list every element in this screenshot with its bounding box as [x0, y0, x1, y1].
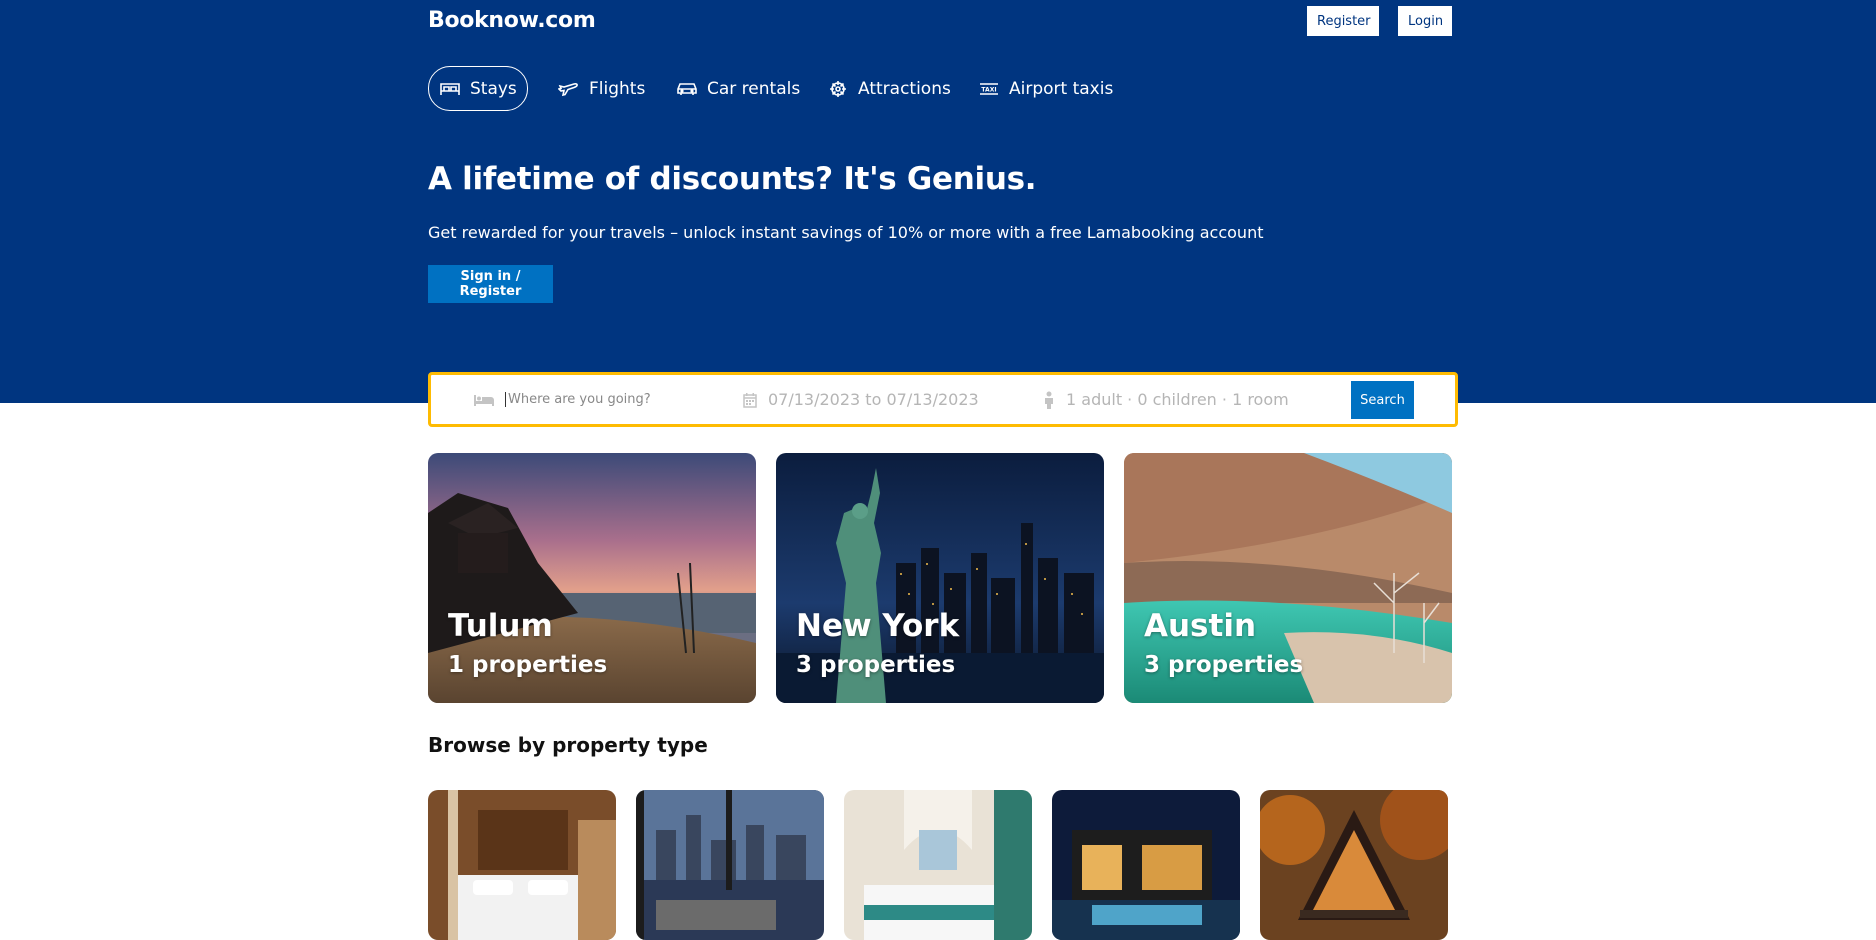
- taxi-icon: TAXI: [978, 80, 1000, 98]
- hero-title: A lifetime of discounts? It's Genius.: [428, 161, 1037, 197]
- plane-icon: [558, 80, 580, 98]
- attraction-icon: [827, 80, 849, 98]
- car-icon: [676, 80, 698, 98]
- property-type-title: Browse by property type: [428, 733, 708, 757]
- bed-icon: [439, 80, 461, 98]
- featured-city: New York: [796, 608, 960, 644]
- register-button[interactable]: Register: [1307, 6, 1379, 36]
- sign-in-register-button[interactable]: Sign in / Register: [428, 265, 553, 303]
- destination-input[interactable]: [505, 392, 705, 407]
- resort-image: [844, 790, 1032, 940]
- property-type-card[interactable]: [1052, 790, 1240, 940]
- nav-item-car-rentals[interactable]: Car rentals: [666, 66, 810, 111]
- property-type-card[interactable]: [428, 790, 616, 940]
- top-bar: Booknow.com Register Login: [428, 0, 1452, 42]
- featured-destinations: Tulum 1 properties New York 3 properties…: [428, 453, 1452, 703]
- featured-properties: 3 properties: [796, 652, 956, 678]
- nav-item-stays[interactable]: Stays: [428, 66, 528, 111]
- nav-item-attractions[interactable]: Attractions: [817, 66, 961, 111]
- hero-subtitle: Get rewarded for your travels – unlock i…: [428, 223, 1264, 242]
- cabin-image: [1260, 790, 1448, 940]
- search-button[interactable]: Search: [1351, 381, 1414, 419]
- nav-label: Attractions: [858, 78, 951, 99]
- villa-image: [1052, 790, 1240, 940]
- nav-item-flights[interactable]: Flights: [548, 66, 655, 111]
- calendar-icon: [743, 392, 757, 408]
- svg-text:TAXI: TAXI: [981, 86, 996, 93]
- nav-bar: Stays Flights Car rentals Attractions TA…: [428, 66, 1452, 111]
- guest-options-text: 1 adult · 0 children · 1 room: [1066, 390, 1289, 409]
- hotel-image: [428, 790, 616, 940]
- property-type-card[interactable]: [844, 790, 1032, 940]
- nav-item-airport-taxis[interactable]: TAXI Airport taxis: [968, 66, 1123, 111]
- date-field[interactable]: 07/13/2023 to 07/13/2023: [742, 375, 979, 424]
- person-icon: [1045, 391, 1053, 409]
- destination-field[interactable]: [473, 375, 705, 424]
- featured-card-new-york[interactable]: New York 3 properties: [776, 453, 1104, 703]
- guests-field[interactable]: 1 adult · 0 children · 1 room: [1042, 375, 1289, 424]
- featured-properties: 3 properties: [1144, 652, 1304, 678]
- featured-card-tulum[interactable]: Tulum 1 properties: [428, 453, 756, 703]
- property-type-card[interactable]: [636, 790, 824, 940]
- logo[interactable]: Booknow.com: [428, 8, 596, 33]
- property-type-list: [428, 790, 1452, 940]
- bed-icon: [474, 394, 494, 406]
- date-range-text: 07/13/2023 to 07/13/2023: [768, 390, 979, 409]
- featured-card-austin[interactable]: Austin 3 properties: [1124, 453, 1452, 703]
- nav-label: Flights: [589, 78, 646, 99]
- apartment-image: [636, 790, 824, 940]
- nav-label: Airport taxis: [1009, 78, 1114, 99]
- featured-city: Tulum: [448, 608, 553, 644]
- nav-label: Stays: [470, 78, 517, 99]
- featured-properties: 1 properties: [448, 652, 608, 678]
- nav-label: Car rentals: [707, 78, 801, 99]
- featured-city: Austin: [1144, 608, 1257, 644]
- search-bar: 07/13/2023 to 07/13/2023 1 adult · 0 chi…: [428, 372, 1458, 427]
- property-type-card[interactable]: [1260, 790, 1448, 940]
- header-banner: Booknow.com Register Login Stays Flights…: [0, 0, 1876, 403]
- login-button[interactable]: Login: [1398, 6, 1452, 36]
